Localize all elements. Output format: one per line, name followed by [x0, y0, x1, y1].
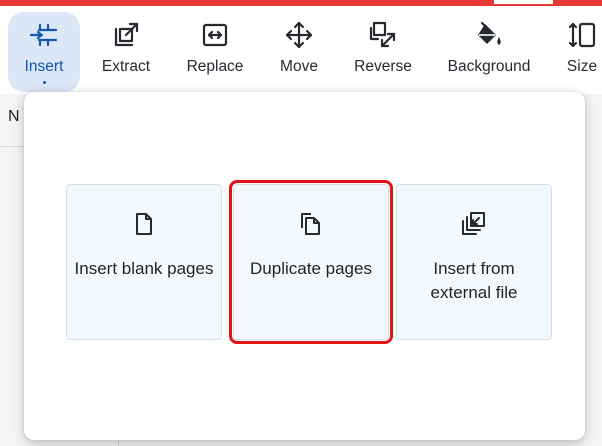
reverse-icon	[369, 21, 396, 48]
tool-label: Background	[447, 58, 531, 75]
extract-icon	[114, 22, 139, 47]
option-label: Duplicate pages	[250, 259, 372, 278]
size-tool-button[interactable]: Size	[560, 12, 602, 92]
tool-label: Size	[566, 58, 598, 75]
background-icon	[478, 21, 501, 45]
external-file-icon	[462, 212, 485, 235]
replace-tool-button[interactable]: Replace	[180, 12, 250, 92]
extract-tool-button[interactable]: Extract	[92, 12, 160, 92]
insert-tool-button[interactable]: Insert	[8, 12, 80, 92]
tool-label: Extract	[101, 58, 151, 75]
duplicate-pages-icon	[301, 213, 320, 235]
duplicate-pages-option[interactable]: Duplicate pages	[229, 180, 393, 344]
tool-label: Insert	[24, 58, 64, 75]
tool-label: Reverse	[354, 58, 412, 75]
tool-label: Move	[280, 58, 318, 75]
option-label: Insert from external file	[430, 259, 518, 302]
insert-icon	[29, 23, 58, 47]
tool-label: Replace	[186, 58, 244, 75]
document-sidebar: N	[0, 94, 24, 446]
insert-options-popup: Insert blank pages Duplicate pages Inser…	[24, 92, 585, 440]
active-indicator	[42, 81, 46, 84]
sidebar-divider	[0, 146, 24, 147]
move-tool-button[interactable]: Move	[272, 12, 326, 92]
insert-from-external-file-option[interactable]: Insert from external file	[396, 184, 552, 340]
blank-page-icon	[136, 213, 152, 235]
move-icon	[285, 21, 313, 49]
sidebar-stub-text: N	[8, 108, 20, 125]
replace-icon	[202, 23, 228, 47]
top-strip-notch	[494, 0, 553, 4]
option-label: Insert blank pages	[74, 259, 214, 278]
background-tool-button[interactable]: Background	[444, 12, 534, 92]
page-tools-toolbar: Insert Extract Replace Move Reverse Back…	[0, 6, 602, 94]
document-right-area	[584, 94, 602, 446]
insert-blank-pages-option[interactable]: Insert blank pages	[66, 184, 222, 340]
size-icon	[568, 22, 596, 48]
reverse-tool-button[interactable]: Reverse	[349, 12, 417, 92]
